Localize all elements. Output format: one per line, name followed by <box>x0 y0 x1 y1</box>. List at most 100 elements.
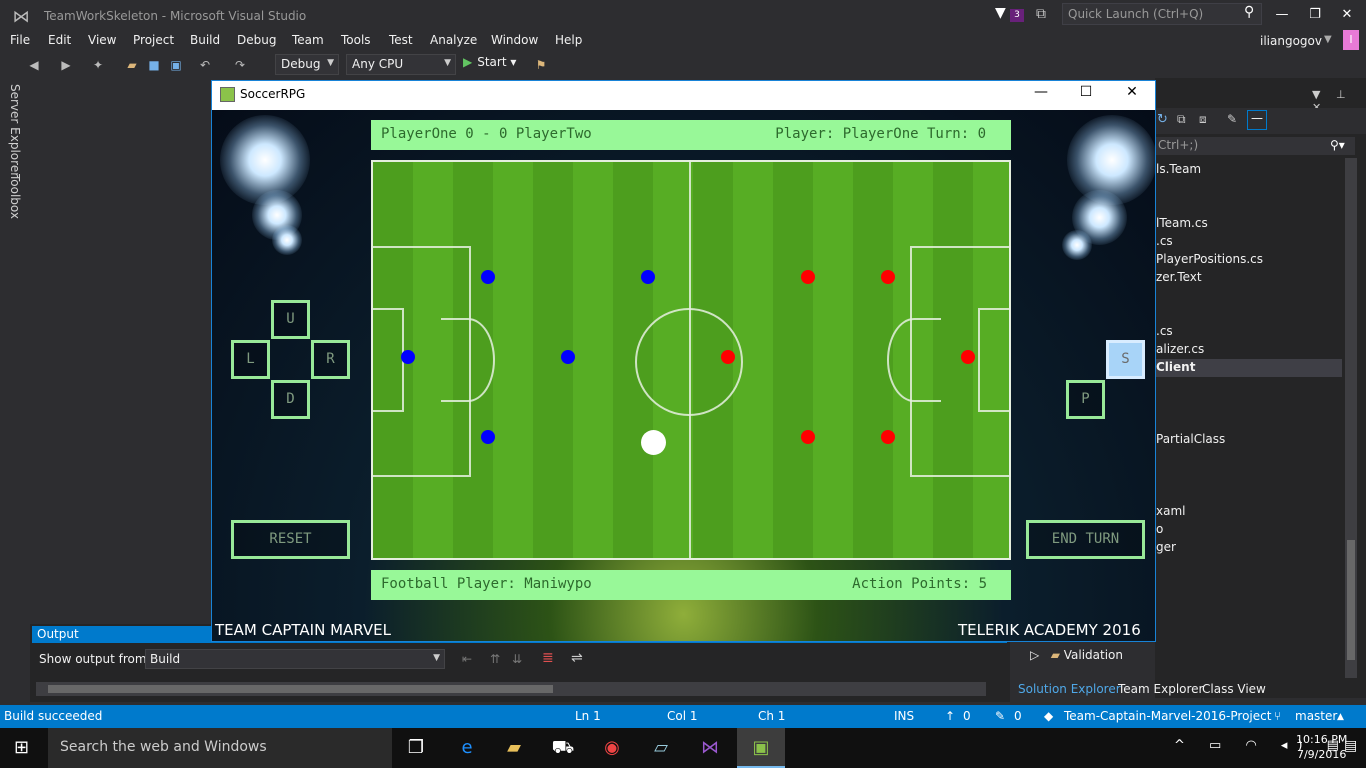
menu-window[interactable]: Window <box>491 33 538 47</box>
collapse-all-icon[interactable]: ⧉ <box>1177 112 1186 127</box>
output-scrollbar-thumb[interactable] <box>48 685 553 693</box>
quick-launch-input[interactable]: Quick Launch (Ctrl+Q) <box>1062 3 1262 25</box>
chrome-icon[interactable]: ◉ <box>599 736 625 760</box>
save-icon[interactable]: ■ <box>146 57 162 73</box>
tree-item[interactable]: PlayerPositions.cs <box>1156 252 1263 266</box>
taskbar-clock[interactable]: 10:16 PM 7/9/2016 <box>1296 732 1347 762</box>
tree-item-selected[interactable]: Client <box>1156 360 1195 374</box>
tree-item[interactable]: .cs <box>1156 234 1173 248</box>
properties-icon[interactable]: ✎ <box>1227 112 1237 126</box>
clear-all-icon[interactable]: ≣ <box>542 650 554 666</box>
preview-selected-icon[interactable]: — <box>1247 110 1267 130</box>
expand-arrow-icon[interactable]: ▷ <box>1030 648 1039 662</box>
menu-file[interactable]: File <box>10 33 30 47</box>
reset-button[interactable]: RESET <box>231 520 350 559</box>
tree-item-validation[interactable]: ▷ ▰ Validation <box>1030 648 1123 662</box>
menu-team[interactable]: Team <box>292 33 324 47</box>
soccer-ball[interactable] <box>641 430 666 455</box>
blue-player[interactable] <box>401 350 415 364</box>
feedback-icon[interactable]: ⧉ <box>1036 6 1046 22</box>
tab-team-explorer[interactable]: Team Explorer <box>1118 682 1204 696</box>
git-repo-icon[interactable]: ◆ <box>1044 709 1053 723</box>
red-player[interactable] <box>881 270 895 284</box>
undo-icon[interactable]: ↶ <box>197 57 213 73</box>
search-icon[interactable]: ⚲▾ <box>1330 138 1345 152</box>
open-file-icon[interactable]: ▰ <box>124 57 140 73</box>
red-player[interactable] <box>721 350 735 364</box>
pass-button[interactable]: P <box>1066 380 1105 419</box>
menu-debug[interactable]: Debug <box>237 33 276 47</box>
output-tab[interactable]: Output <box>32 626 212 643</box>
notepad-icon[interactable]: ▱ <box>648 736 674 760</box>
menu-tools[interactable]: Tools <box>341 33 371 47</box>
end-turn-button[interactable]: END TURN <box>1026 520 1145 559</box>
tree-item[interactable]: o <box>1156 522 1163 536</box>
move-down-button[interactable]: D <box>271 380 310 419</box>
tree-item[interactable]: lTeam.cs <box>1156 216 1208 230</box>
previous-message-icon[interactable]: ⇈ <box>490 652 500 666</box>
blue-player[interactable] <box>641 270 655 284</box>
solution-configuration-select[interactable]: Debug ▼ <box>275 54 339 75</box>
tree-item[interactable]: ger <box>1156 540 1176 554</box>
redo-icon[interactable]: ↷ <box>232 57 248 73</box>
vs-minimize-icon[interactable]: — <box>1271 4 1293 26</box>
solution-platform-select[interactable]: Any CPU ▼ <box>346 54 456 75</box>
game-maximize-icon[interactable]: ☐ <box>1074 84 1098 104</box>
file-explorer-icon[interactable]: ▰ <box>501 736 527 760</box>
sync-icon[interactable]: ↻ <box>1157 112 1168 127</box>
blue-player[interactable] <box>561 350 575 364</box>
tab-class-view[interactable]: Class View <box>1202 682 1266 696</box>
navigate-forward-icon[interactable]: ▶ <box>58 57 74 73</box>
red-player[interactable] <box>801 270 815 284</box>
tree-item[interactable]: xaml <box>1156 504 1185 518</box>
solution-scrollbar-thumb[interactable] <box>1347 540 1355 660</box>
status-pending-edits[interactable]: 0 <box>1014 709 1022 723</box>
status-unpushed-count[interactable]: 0 <box>963 709 971 723</box>
server-explorer-tab[interactable]: Server Explorer <box>8 84 22 177</box>
word-wrap-icon[interactable]: ⇌ <box>571 650 583 666</box>
menu-edit[interactable]: Edit <box>48 33 71 47</box>
red-player[interactable] <box>801 430 815 444</box>
tree-item[interactable]: PartialClass <box>1156 432 1225 446</box>
output-source-select[interactable]: Build ▼ <box>145 649 445 669</box>
tree-item[interactable]: .cs <box>1156 324 1173 338</box>
windows-start-icon[interactable]: ⊞ <box>14 737 29 758</box>
visual-studio-taskbar-icon[interactable]: ⋈ <box>697 736 723 760</box>
tab-solution-explorer[interactable]: Solution Explorer <box>1018 682 1121 696</box>
find-message-icon[interactable]: ⇤ <box>462 652 472 666</box>
next-message-icon[interactable]: ⇊ <box>512 652 522 666</box>
account-name[interactable]: iliangogov <box>1260 34 1322 48</box>
menu-build[interactable]: Build <box>190 33 220 47</box>
shoot-button[interactable]: S <box>1106 340 1145 379</box>
notification-count-badge[interactable]: 3 <box>1010 9 1024 22</box>
blue-player[interactable] <box>481 430 495 444</box>
game-minimize-icon[interactable]: — <box>1029 84 1053 104</box>
notification-flag-icon[interactable]: ▼ <box>995 5 1006 21</box>
chevron-down-icon[interactable]: ▼ <box>1324 34 1332 45</box>
new-project-icon[interactable]: ✦ <box>90 57 106 73</box>
tree-item[interactable]: ls.Team <box>1156 162 1201 176</box>
move-up-button[interactable]: U <box>271 300 310 339</box>
menu-view[interactable]: View <box>88 33 116 47</box>
menu-analyze[interactable]: Analyze <box>430 33 477 47</box>
status-branch[interactable]: master <box>1295 709 1337 723</box>
navigate-back-icon[interactable]: ◀ <box>26 57 42 73</box>
tree-item[interactable]: alizer.cs <box>1156 342 1204 356</box>
branch-icon[interactable]: ⑂ <box>1274 709 1281 723</box>
taskbar-search-input[interactable]: Search the web and Windows <box>48 728 392 768</box>
status-repository[interactable]: Team-Captain-Marvel-2016-Project <box>1064 709 1271 723</box>
edge-browser-icon[interactable]: e <box>454 736 480 760</box>
save-all-icon[interactable]: ▣ <box>168 57 184 73</box>
blue-player[interactable] <box>481 270 495 284</box>
menu-project[interactable]: Project <box>133 33 174 47</box>
menu-help[interactable]: Help <box>555 33 582 47</box>
vs-close-icon[interactable]: ✕ <box>1336 4 1358 26</box>
task-view-icon[interactable]: ❐ <box>403 736 429 760</box>
soccerrpg-taskbar-icon[interactable]: ▣ <box>748 736 774 760</box>
pencil-icon[interactable]: ✎ <box>995 709 1005 723</box>
tree-item[interactable]: zer.Text <box>1156 270 1202 284</box>
browser-link-icon[interactable]: ⚑ <box>533 57 549 73</box>
toolbox-tab[interactable]: Toolbox <box>8 174 22 219</box>
game-close-icon[interactable]: ✕ <box>1120 84 1144 104</box>
push-arrow-icon[interactable]: ↑ <box>945 709 955 723</box>
